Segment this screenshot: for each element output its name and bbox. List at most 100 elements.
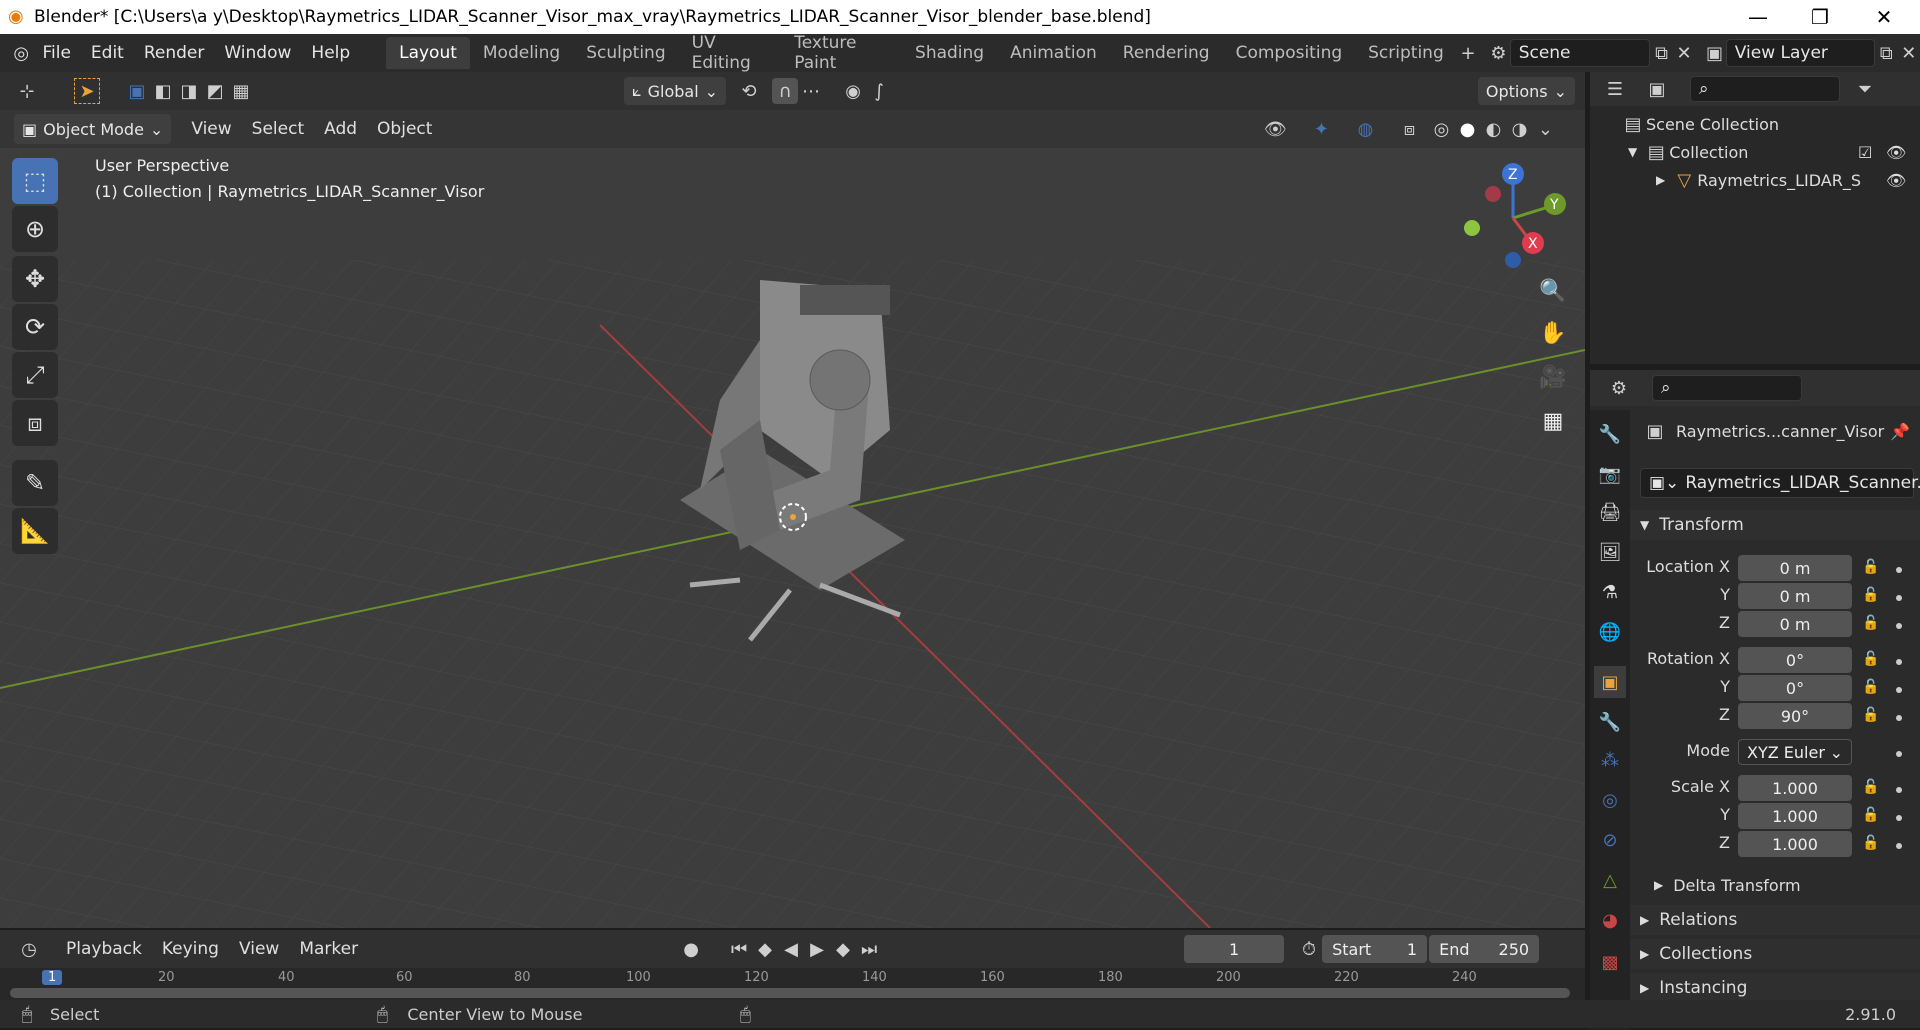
- view-layer-field[interactable]: View Layer: [1725, 39, 1876, 67]
- tab-rendering[interactable]: Rendering: [1110, 37, 1223, 69]
- xray-icon[interactable]: ⧈: [1396, 116, 1422, 142]
- lock-icon[interactable]: 🔓: [1862, 651, 1879, 667]
- location-x-field[interactable]: 0 m: [1738, 555, 1852, 581]
- annotate-tool-icon[interactable]: ✎: [12, 460, 58, 506]
- keyframe-dot[interactable]: [1896, 567, 1902, 573]
- timeline-editor-icon[interactable]: ◷: [16, 936, 42, 962]
- lock-icon[interactable]: 🔓: [1862, 807, 1879, 823]
- mode-extend-icon[interactable]: ◧: [150, 78, 176, 104]
- timeline-menu-view[interactable]: View: [229, 936, 289, 962]
- scale-z-field[interactable]: 1.000: [1738, 831, 1852, 857]
- keyframe-dot[interactable]: [1896, 623, 1902, 629]
- stopwatch-icon[interactable]: ⏱: [1296, 936, 1322, 962]
- new-scene-icon[interactable]: ⧉: [1650, 40, 1672, 66]
- tab-compositing[interactable]: Compositing: [1223, 37, 1356, 69]
- editor-type-icon[interactable]: ⊹: [14, 78, 40, 104]
- jump-end-icon[interactable]: ⏭: [856, 936, 882, 962]
- lock-icon[interactable]: 🔓: [1862, 779, 1879, 795]
- object-tab-icon[interactable]: ▣: [1594, 666, 1626, 698]
- view-layer-tab-icon[interactable]: 🖼: [1594, 536, 1626, 568]
- viewport-menu-object[interactable]: Object: [367, 116, 442, 142]
- jump-start-icon[interactable]: ⏮: [726, 936, 752, 962]
- viewport-menu-add[interactable]: Add: [314, 116, 367, 142]
- outliner-collection[interactable]: ▼ ▤ Collection ☑ 👁: [1590, 138, 1920, 166]
- lock-icon[interactable]: 🔓: [1862, 587, 1879, 603]
- start-frame-field[interactable]: Start 1: [1322, 935, 1428, 963]
- pan-hand-icon[interactable]: ✋: [1534, 314, 1572, 352]
- scene-icon[interactable]: ⚙: [1487, 40, 1509, 66]
- keyframe-dot[interactable]: [1896, 843, 1902, 849]
- rotation-z-field[interactable]: 90°: [1738, 703, 1852, 729]
- collections-panel[interactable]: ▶ Collections: [1630, 939, 1920, 969]
- outliner-object[interactable]: ▶ ▽ Raymetrics_LIDAR_S 👁: [1590, 166, 1920, 194]
- pin-icon[interactable]: 📌: [1890, 422, 1910, 441]
- location-y-field[interactable]: 0 m: [1738, 583, 1852, 609]
- playhead[interactable]: 1: [42, 970, 63, 985]
- new-view-layer-icon[interactable]: ⧉: [1875, 40, 1897, 66]
- overlay-toggle-icon[interactable]: ◍: [1352, 116, 1378, 142]
- scale-y-field[interactable]: 1.000: [1738, 803, 1852, 829]
- timeline-menu-playback[interactable]: Playback: [56, 936, 152, 962]
- timeline-ruler[interactable]: 1 20 40 60 80 100 120 140 160 180 200 22…: [0, 968, 1585, 1000]
- menu-render[interactable]: Render: [134, 43, 215, 63]
- mode-subtract-icon[interactable]: ◨: [176, 78, 202, 104]
- eye-icon[interactable]: 👁: [1886, 171, 1906, 190]
- solid-shading-icon[interactable]: ●: [1454, 116, 1480, 142]
- location-z-field[interactable]: 0 m: [1738, 611, 1852, 637]
- proportional-edit-icon[interactable]: ◉: [840, 78, 866, 104]
- orientation-dropdown[interactable]: ⟀ Global ⌄: [624, 77, 727, 105]
- transform-tool-icon[interactable]: ⧈: [12, 400, 58, 446]
- properties-editor-icon[interactable]: ⚙: [1606, 375, 1632, 401]
- measure-tool-icon[interactable]: 📐: [12, 508, 58, 554]
- object-mode-dropdown[interactable]: ▣ Object Mode ⌄: [14, 114, 172, 144]
- scale-x-field[interactable]: 1.000: [1738, 775, 1852, 801]
- object-datablock-field[interactable]: ▣⌄ Raymetrics_LIDAR_Scanner...: [1640, 468, 1920, 498]
- select-box-tool-icon[interactable]: ➤: [74, 78, 100, 104]
- move-tool-icon[interactable]: ✥: [12, 256, 58, 302]
- gizmo-toggle-icon[interactable]: ✦: [1308, 116, 1334, 142]
- filter-icon[interactable]: ⏷: [1852, 76, 1878, 102]
- chevron-right-icon[interactable]: ▶: [1656, 173, 1665, 187]
- material-shading-icon[interactable]: ◐: [1480, 116, 1506, 142]
- viewport-menu-select[interactable]: Select: [242, 116, 314, 142]
- particles-tab-icon[interactable]: ⁂: [1594, 744, 1626, 776]
- wireframe-shading-icon[interactable]: ◎: [1428, 116, 1454, 142]
- gizmo-neg-x-icon[interactable]: [1485, 186, 1501, 202]
- view-layer-icon[interactable]: ▣: [1703, 40, 1725, 66]
- cursor-tool-icon[interactable]: ⊕: [12, 206, 58, 252]
- tool-tab-icon[interactable]: 🔧: [1594, 418, 1626, 450]
- end-frame-field[interactable]: End 250: [1429, 935, 1540, 963]
- tab-layout[interactable]: Layout: [386, 37, 470, 69]
- tab-sculpting[interactable]: Sculpting: [573, 37, 678, 69]
- maximize-icon[interactable]: ❐: [1792, 0, 1848, 34]
- menu-edit[interactable]: Edit: [81, 43, 134, 63]
- outliner-editor-icon[interactable]: ☰: [1602, 76, 1628, 102]
- scene-field[interactable]: Scene: [1509, 39, 1651, 67]
- lock-icon[interactable]: 🔓: [1862, 707, 1879, 723]
- keyframe-dot[interactable]: [1896, 687, 1902, 693]
- menu-help[interactable]: Help: [301, 43, 360, 63]
- instancing-panel[interactable]: ▶ Instancing: [1630, 973, 1920, 1003]
- zoom-icon[interactable]: 🔍: [1534, 272, 1572, 310]
- keyframe-dot[interactable]: [1896, 595, 1902, 601]
- delete-scene-icon[interactable]: ✕: [1673, 40, 1695, 66]
- timeline-menu-marker[interactable]: Marker: [289, 936, 368, 962]
- properties-search-input[interactable]: ⌕: [1652, 375, 1802, 401]
- physics-tab-icon[interactable]: ◎: [1594, 784, 1626, 816]
- next-keyframe-icon[interactable]: ◆: [830, 936, 856, 962]
- tab-shading[interactable]: Shading: [902, 37, 997, 69]
- keyframe-dot[interactable]: [1896, 659, 1902, 665]
- lock-icon[interactable]: 🔓: [1862, 835, 1879, 851]
- output-tab-icon[interactable]: 🖨: [1594, 496, 1626, 528]
- mode-intersect-icon[interactable]: ▦: [228, 78, 254, 104]
- keyframe-dot[interactable]: [1896, 751, 1902, 757]
- scale-tool-icon[interactable]: ⤢: [12, 352, 58, 398]
- prev-keyframe-icon[interactable]: ◆: [752, 936, 778, 962]
- gizmo-neg-y-icon[interactable]: [1464, 220, 1480, 236]
- play-icon[interactable]: ▶: [804, 936, 830, 962]
- mode-difference-icon[interactable]: ◩: [202, 78, 228, 104]
- transform-panel-header[interactable]: ▼ Transform: [1630, 510, 1920, 540]
- modifier-tab-icon[interactable]: 🔧: [1594, 706, 1626, 738]
- constraints-tab-icon[interactable]: ⊘: [1594, 824, 1626, 856]
- camera-view-icon[interactable]: 🎥: [1534, 358, 1572, 396]
